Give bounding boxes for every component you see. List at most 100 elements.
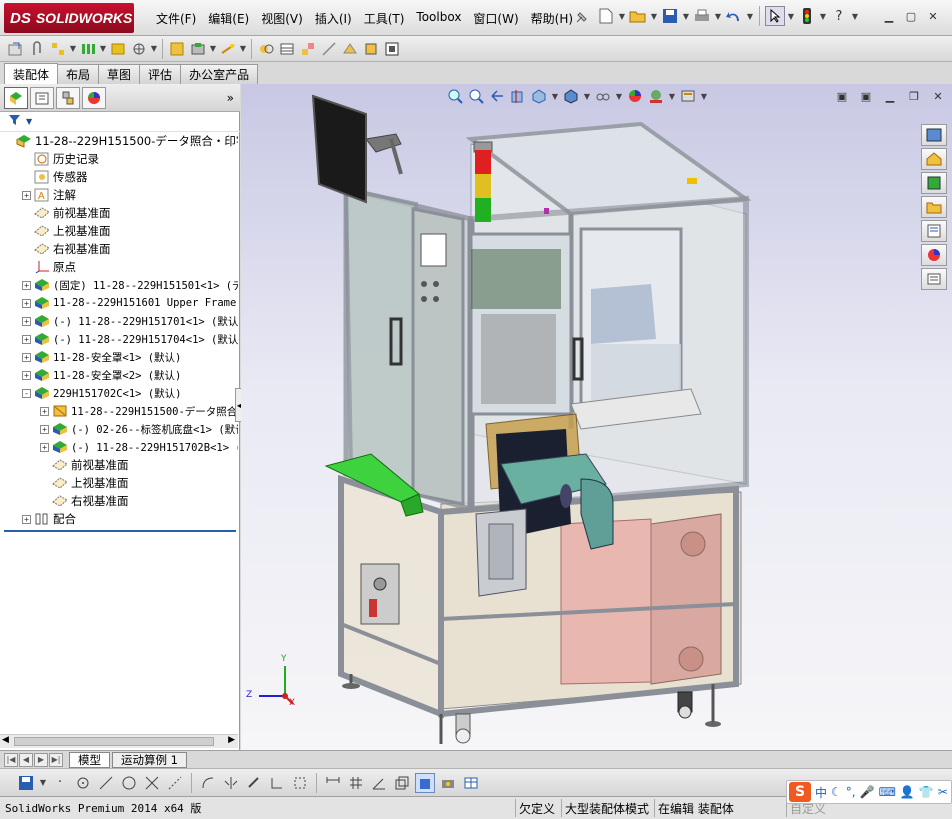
solidworks-resources-icon[interactable] — [921, 124, 947, 146]
rebuild-camera-icon[interactable] — [438, 773, 458, 793]
tree-item[interactable]: +11-28-安全罩<2> (默认) — [0, 366, 238, 384]
expand-icon[interactable]: + — [22, 190, 31, 200]
offset-icon[interactable] — [198, 773, 218, 793]
tab-assembly[interactable]: 装配体 — [4, 63, 59, 84]
mate-paperclip-icon[interactable] — [27, 39, 47, 59]
menu-window[interactable]: 窗口(W) — [467, 8, 524, 29]
table-icon[interactable] — [461, 773, 481, 793]
tree-item[interactable]: - 229H151702C<1> (默认) — [0, 384, 238, 402]
expand-icon[interactable]: + — [40, 424, 49, 434]
collapse-icon[interactable]: - — [22, 388, 31, 398]
help-dropdown-icon[interactable]: ▼ — [851, 6, 859, 26]
scroll-right-arrow-icon[interactable]: ▶ — [228, 735, 235, 745]
print-dropdown-icon[interactable]: ▼ — [714, 6, 722, 26]
tab-office-products[interactable]: 办公室产品 — [180, 64, 259, 84]
assembly-features-icon[interactable] — [188, 39, 208, 59]
new-document-icon[interactable] — [596, 6, 616, 26]
undo-icon[interactable] — [724, 6, 744, 26]
expand-icon[interactable]: + — [22, 334, 31, 344]
expand-icon[interactable]: + — [40, 406, 49, 416]
new-motion-study-icon[interactable] — [256, 39, 276, 59]
bill-of-materials-icon[interactable] — [277, 39, 297, 59]
sogou-logo-icon[interactable]: S — [789, 782, 811, 802]
prev-tab-arrow-icon[interactable]: ◀ — [19, 752, 33, 767]
scroll-thumb[interactable] — [14, 737, 214, 746]
centerpoint-icon[interactable] — [73, 773, 93, 793]
filter-funnel-icon[interactable] — [8, 114, 24, 129]
configuration-manager-tab-icon[interactable] — [56, 86, 80, 109]
linear-pattern-icon[interactable] — [78, 39, 98, 59]
minimize-icon[interactable]: ▁ — [880, 8, 898, 24]
close-icon[interactable]: ✕ — [924, 8, 942, 24]
features-dropdown-icon[interactable]: ▼ — [209, 39, 217, 59]
tree-item[interactable]: +11-28--229H151601 Upper Frame As — [0, 294, 238, 312]
construction-line-icon[interactable] — [165, 773, 185, 793]
reference-dropdown-icon[interactable]: ▼ — [239, 39, 247, 59]
maximize-icon[interactable]: ▢ — [902, 8, 920, 24]
corner-rectangle-icon[interactable] — [267, 773, 287, 793]
tree-item[interactable]: + (-) 11-28--229H151704<1> (默认) — [0, 330, 238, 348]
open-folder-icon[interactable] — [628, 6, 648, 26]
expand-icon[interactable]: + — [22, 280, 31, 290]
line-icon[interactable] — [96, 773, 116, 793]
ime-tools-icon[interactable]: ✂ — [938, 785, 948, 799]
pin-icon[interactable] — [574, 9, 590, 28]
update-speedpak-icon[interactable] — [361, 39, 381, 59]
display-manager-tab-icon[interactable] — [82, 86, 106, 109]
exploded-view-icon[interactable] — [298, 39, 318, 59]
tree-item[interactable]: + A 注解 — [0, 186, 238, 204]
ime-mic-icon[interactable]: 🎤 — [860, 785, 875, 799]
expand-icon[interactable]: + — [22, 298, 31, 308]
tab-sketch[interactable]: 草图 — [98, 64, 141, 84]
expand-icon[interactable]: + — [22, 352, 31, 362]
slot-icon[interactable] — [244, 773, 264, 793]
tree-item[interactable]: 前视基准面 — [0, 204, 238, 222]
open-dropdown-icon[interactable]: ▼ — [650, 6, 658, 26]
menu-toolbox[interactable]: Toolbox — [410, 8, 467, 29]
tree-item[interactable]: + (-) 11-28--229H151702B<1> (默 — [0, 438, 238, 456]
insert-component-icon[interactable] — [6, 39, 26, 59]
tree-horizontal-scrollbar[interactable]: ◀ ▶ — [0, 734, 238, 748]
save-dropdown-icon[interactable]: ▼ — [682, 6, 690, 26]
tree-item[interactable]: 历史记录 — [0, 150, 238, 168]
tree-item[interactable]: 传感器 — [0, 168, 238, 186]
file-explorer-icon[interactable] — [921, 196, 947, 218]
scroll-left-arrow-icon[interactable]: ◀ — [2, 735, 9, 745]
ime-shirt-icon[interactable]: 👕 — [919, 785, 934, 799]
point-icon[interactable]: · — [50, 773, 70, 793]
print-icon[interactable] — [692, 6, 712, 26]
tree-item[interactable]: 前视基准面 — [0, 456, 238, 474]
take-snapshot-icon[interactable] — [382, 39, 402, 59]
wireframe-cube-icon[interactable] — [392, 773, 412, 793]
shaded-cube-icon[interactable] — [415, 772, 435, 793]
angle-icon[interactable] — [369, 773, 389, 793]
save-icon[interactable] — [16, 773, 36, 793]
graphics-viewport[interactable]: ▼ ▼ ▼ ▼ ▼ ▣ ▣ ▁ ❐ ✕ Y Z X — [241, 84, 952, 750]
linear-dropdown-icon[interactable]: ▼ — [99, 39, 107, 59]
menu-insert[interactable]: 插入(I) — [309, 8, 358, 29]
solidworks-logo[interactable]: DS SOLIDWORKS — [4, 3, 134, 33]
expand-icon[interactable]: + — [22, 316, 31, 326]
menu-file[interactable]: 文件(F) — [150, 8, 202, 29]
instant3d-icon[interactable] — [340, 39, 360, 59]
expand-icon[interactable]: + — [22, 370, 31, 380]
expand-icon[interactable]: + — [40, 442, 49, 452]
tree-item[interactable]: 右视基准面 — [0, 492, 238, 510]
tree-item[interactable]: 11-28--229H151500-データ照合・印字装 — [0, 132, 238, 150]
rollback-bar[interactable] — [4, 530, 236, 532]
circle-icon[interactable] — [119, 773, 139, 793]
tab-layout[interactable]: 布局 — [57, 64, 100, 84]
design-library-icon[interactable] — [921, 172, 947, 194]
tree-item[interactable]: + (-) 11-28--229H151701<1> (默认) — [0, 312, 238, 330]
tree-item[interactable]: 上视基准面 — [0, 474, 238, 492]
expand-icon[interactable]: + — [22, 514, 31, 524]
tree-item[interactable]: +11-28-安全罩<1> (默认) — [0, 348, 238, 366]
reference-geometry-icon[interactable] — [218, 39, 238, 59]
save-icon[interactable] — [660, 6, 680, 26]
feature-tree-tab-icon[interactable] — [4, 86, 28, 109]
custom-properties-icon[interactable] — [921, 268, 947, 290]
tree-item[interactable]: 原点 — [0, 258, 238, 276]
explode-line-sketch-icon[interactable] — [319, 39, 339, 59]
menu-view[interactable]: 视图(V) — [255, 8, 309, 29]
undo-dropdown-icon[interactable]: ▼ — [746, 6, 754, 26]
